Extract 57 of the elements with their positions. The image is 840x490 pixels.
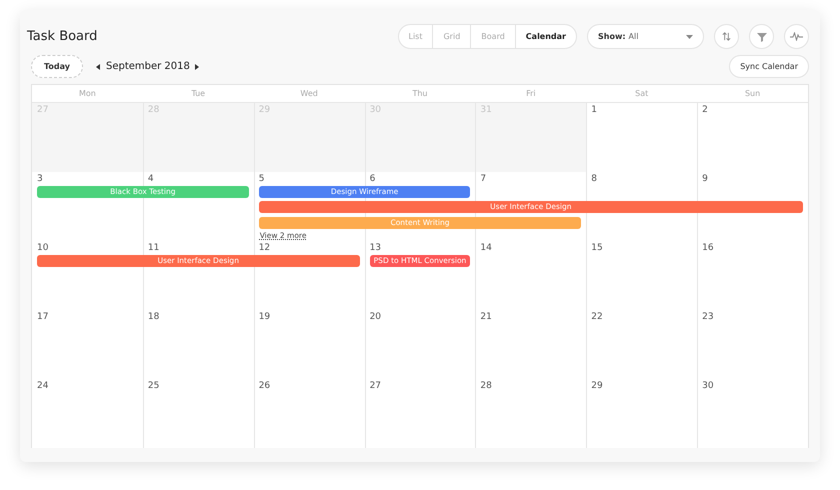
day-number: 3 (36, 175, 44, 184)
day-number: 6 (368, 175, 376, 184)
day-number: 18 (146, 313, 160, 322)
day-number: 5 (258, 175, 266, 184)
left-triangle-icon (96, 64, 100, 70)
weekday-header: Wed (299, 88, 319, 100)
day-number: 19 (258, 313, 272, 322)
day-number: 25 (146, 382, 160, 391)
day-number: 23 (701, 313, 715, 322)
page-title: Task Board (27, 28, 98, 46)
day-number: 15 (590, 244, 604, 253)
weekday-header: Fri (525, 88, 537, 100)
day-number: 9 (701, 175, 709, 184)
show-dropdown[interactable]: Show: All (587, 24, 704, 49)
day-number: 4 (146, 175, 155, 184)
day-number: 11 (146, 244, 160, 253)
month-label: September 2018 (106, 60, 190, 74)
view-tab[interactable]: Calendar (514, 25, 576, 48)
next-month-icon[interactable] (194, 64, 200, 70)
activity-button[interactable] (784, 24, 809, 49)
right-triangle-icon (194, 64, 199, 70)
day-number: 13 (368, 244, 382, 253)
sync-calendar-button[interactable]: Sync Calendar (729, 55, 809, 78)
day-number: 21 (479, 313, 493, 322)
pulse-icon (790, 32, 803, 41)
day-number: 17 (36, 313, 50, 322)
day-number: 30 (701, 382, 715, 391)
day-number: 14 (479, 244, 493, 253)
day-number: 7 (479, 175, 488, 184)
weekday-header: Tue (190, 88, 206, 100)
day-number: 22 (590, 313, 604, 322)
day-number: 2 (701, 106, 709, 115)
weekday-header: Sun (744, 88, 762, 100)
caret-icon (686, 34, 693, 38)
day-number: 28 (479, 382, 493, 391)
day-number: 12 (258, 244, 272, 253)
sort-icon (721, 31, 732, 42)
day-number: 27 (368, 382, 382, 391)
filter-button[interactable] (749, 24, 774, 49)
previous-month-icon[interactable] (96, 64, 101, 70)
view-tab[interactable]: Grid (432, 25, 470, 48)
sort-button[interactable] (714, 24, 739, 49)
day-number: 16 (701, 244, 715, 253)
day-number: 20 (368, 313, 382, 322)
view-tab[interactable]: List (398, 25, 432, 48)
day-number: 29 (590, 382, 604, 391)
today-button[interactable]: Today (31, 55, 83, 78)
day-number: 26 (258, 382, 272, 391)
day-number: 10 (36, 244, 50, 253)
view-tab[interactable]: Board (470, 25, 515, 48)
filter-icon (756, 32, 766, 42)
weekday-header: Mon (78, 88, 97, 100)
day-number: 1 (590, 106, 598, 115)
weekday-header: Sat (634, 88, 650, 100)
day-number: 8 (590, 175, 598, 184)
day-number: 24 (36, 382, 50, 391)
weekday-header: Thu (411, 88, 428, 100)
